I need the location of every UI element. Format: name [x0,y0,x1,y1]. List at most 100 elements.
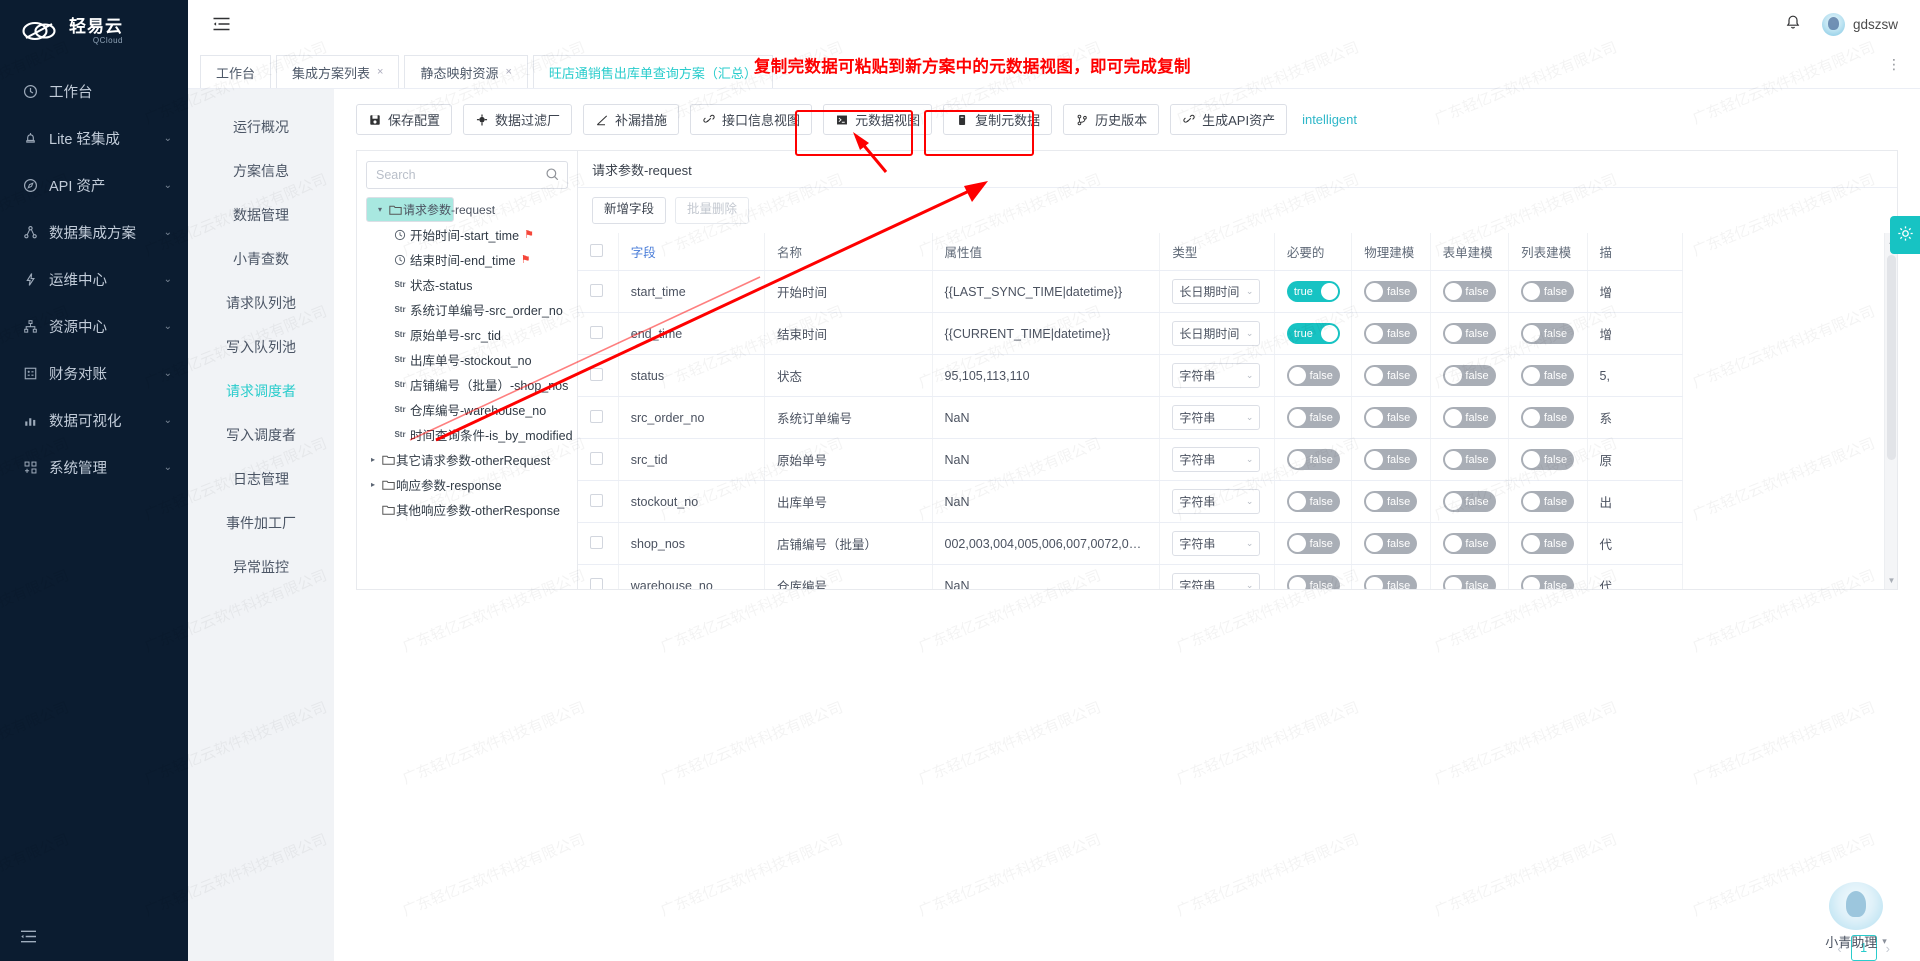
subnav-item-plan-info[interactable]: 方案信息 [188,149,334,193]
generate-api-asset-button[interactable]: 生成API资产 [1170,104,1288,135]
save-config-button[interactable]: 保存配置 [356,104,453,135]
chevron-down-icon[interactable]: ▾ [1882,936,1887,947]
sidebar-item-data-visualization[interactable]: 数据可视化 ⌄ [0,397,188,444]
row-checkbox[interactable] [590,367,603,381]
form-model-toggle[interactable]: false [1442,491,1496,512]
type-select[interactable]: 字符串 ⌄ [1172,531,1261,556]
batch-delete-button[interactable]: 批量删除 [675,197,750,224]
subnav-item-xiaoqing-query[interactable]: 小青查数 [188,237,334,281]
row-checkbox[interactable] [590,535,603,549]
tree-node-other-request[interactable]: ▸ 其它请求参数-otherRequest [366,447,568,472]
select-all-checkbox[interactable] [590,243,603,257]
list-model-toggle[interactable]: false [1521,281,1575,302]
list-model-toggle[interactable]: false [1521,365,1575,386]
sidebar-item-data-integration[interactable]: 数据集成方案 ⌄ [0,209,188,256]
subnav-item-request-scheduler[interactable]: 请求调度者 [188,369,334,413]
sidebar-item-finance-reconciliation[interactable]: 财务对账 ⌄ [0,350,188,397]
subnav-item-run-overview[interactable]: 运行概况 [188,105,334,149]
tree-node-src-order-no[interactable]: Str 系统订单编号-src_order_no [366,297,568,322]
physical-model-toggle[interactable]: false [1364,575,1418,589]
row-checkbox[interactable] [590,493,603,507]
type-select[interactable]: 长日期时间 ⌄ [1172,279,1261,304]
brand-logo-block[interactable]: 轻易云 QCloud [0,0,188,62]
subnav-item-exception-monitor[interactable]: 异常监控 [188,545,334,589]
add-field-button[interactable]: 新增字段 [592,197,667,224]
form-model-toggle[interactable]: false [1442,323,1496,344]
close-icon[interactable]: × [505,66,511,78]
caret-down-icon[interactable]: ▾ [373,205,387,214]
required-toggle[interactable]: true [1286,323,1340,344]
sidebar-item-workbench[interactable]: 工作台 [0,68,188,115]
list-model-toggle[interactable]: false [1521,407,1575,428]
form-model-toggle[interactable]: false [1442,407,1496,428]
settings-drawer-toggle[interactable] [1890,216,1920,254]
tree-node-other-response[interactable]: 其他响应参数-otherResponse [366,497,568,522]
data-filter-button[interactable]: 数据过滤厂 [463,104,573,135]
list-model-toggle[interactable]: false [1521,491,1575,512]
tree-node-response[interactable]: ▸ 响应参数-response [366,472,568,497]
sidebar-item-system-management[interactable]: 系统管理 ⌄ [0,444,188,491]
required-toggle[interactable]: false [1286,533,1340,554]
physical-model-toggle[interactable]: false [1364,533,1418,554]
type-select[interactable]: 字符串 ⌄ [1172,447,1261,472]
form-model-toggle[interactable]: false [1442,533,1496,554]
subnav-item-event-factory[interactable]: 事件加工厂 [188,501,334,545]
subnav-item-write-queue-pool[interactable]: 写入队列池 [188,325,334,369]
type-select[interactable]: 长日期时间 ⌄ [1172,321,1261,346]
subnav-item-write-scheduler[interactable]: 写入调度者 [188,413,334,457]
row-checkbox[interactable] [590,283,603,297]
caret-right-icon[interactable]: ▸ [366,480,380,489]
required-toggle[interactable]: true [1286,281,1340,302]
tree-node-shop-nos[interactable]: Str 店铺编号（批量）-shop_nos [366,372,568,397]
required-toggle[interactable]: false [1286,575,1340,589]
type-select[interactable]: 字符串 ⌄ [1172,405,1261,430]
physical-model-toggle[interactable]: false [1364,407,1418,428]
form-model-toggle[interactable]: false [1442,281,1496,302]
tab-static-mapping-resource[interactable]: 静态映射资源 × [404,55,528,88]
tree-node-request[interactable]: ▾ 请求参数-request [366,197,495,222]
row-checkbox[interactable] [590,577,603,589]
required-toggle[interactable]: false [1286,365,1340,386]
sidebar-item-api-assets[interactable]: API 资产 ⌄ [0,162,188,209]
list-model-toggle[interactable]: false [1521,449,1575,470]
required-toggle[interactable]: false [1286,449,1340,470]
more-vertical-icon[interactable]: ⋮ [1887,57,1902,71]
physical-model-toggle[interactable]: false [1364,449,1418,470]
list-model-toggle[interactable]: false [1521,533,1575,554]
row-checkbox[interactable] [590,409,603,423]
required-toggle[interactable]: false [1286,491,1340,512]
history-version-button[interactable]: 历史版本 [1063,104,1160,135]
sidebar-collapse-button[interactable] [0,915,188,961]
sidebar-item-resource-center[interactable]: 资源中心 ⌄ [0,303,188,350]
scrollbar-thumb[interactable] [1887,255,1896,460]
list-model-toggle[interactable]: false [1521,575,1575,589]
search-icon[interactable] [545,167,560,182]
close-icon[interactable]: × [377,66,383,78]
form-model-toggle[interactable]: false [1442,575,1496,589]
user-menu[interactable]: gdszsw [1821,12,1898,36]
form-model-toggle[interactable]: false [1442,365,1496,386]
physical-model-toggle[interactable]: false [1364,323,1418,344]
type-select[interactable]: 字符串 ⌄ [1172,363,1261,388]
required-toggle[interactable]: false [1286,407,1340,428]
sidebar-item-lite-integration[interactable]: Lite 轻集成 ⌄ [0,115,188,162]
patch-measure-button[interactable]: 补漏措施 [583,104,680,135]
scroll-down-arrow-icon[interactable]: ▼ [1887,576,1896,585]
tree-node-is-by-modified[interactable]: Str 时间查询条件-is_by_modified [366,422,572,447]
table-vertical-scrollbar[interactable]: ▲ ▼ [1884,233,1897,589]
sidebar-item-operations-center[interactable]: 运维中心 ⌄ [0,256,188,303]
interface-info-view-button[interactable]: 接口信息视图 [690,104,813,135]
physical-model-toggle[interactable]: false [1364,365,1418,386]
intelligent-link[interactable]: intelligent [1302,112,1357,127]
form-model-toggle[interactable]: false [1442,449,1496,470]
tree-node-end-time[interactable]: 结束时间-end_time ⚑ [366,247,568,272]
tab-integration-plan-list[interactable]: 集成方案列表 × [276,55,400,88]
physical-model-toggle[interactable]: false [1364,491,1418,512]
tree-node-warehouse-no[interactable]: Str 仓库编号-warehouse_no [366,397,568,422]
tree-node-stockout-no[interactable]: Str 出库单号-stockout_no [366,347,568,372]
list-model-toggle[interactable]: false [1521,323,1575,344]
row-checkbox[interactable] [590,451,603,465]
subnav-item-data-management[interactable]: 数据管理 [188,193,334,237]
metadata-view-button[interactable]: 元数据视图 [823,104,933,135]
hamburger-menu-icon[interactable] [212,14,234,34]
